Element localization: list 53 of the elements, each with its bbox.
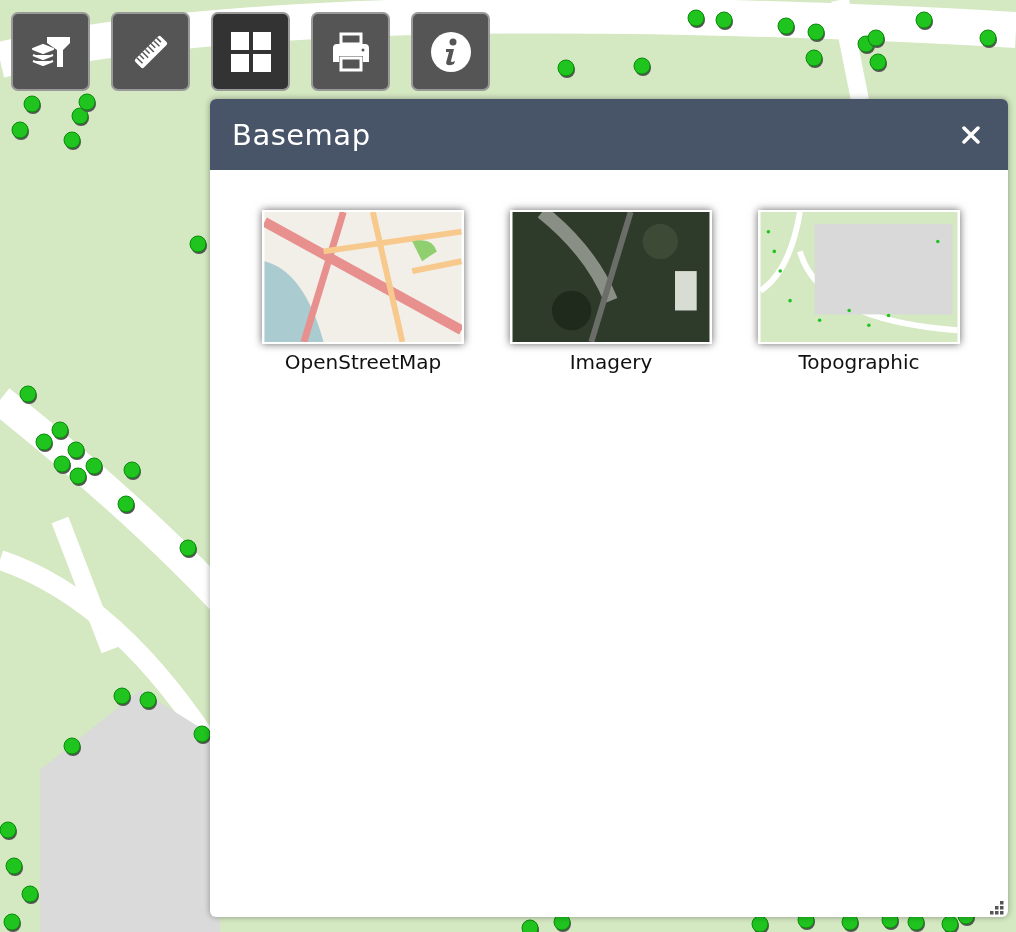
map-marker[interactable] (23, 95, 41, 114)
map-marker[interactable] (179, 539, 197, 558)
map-marker[interactable] (193, 725, 211, 744)
map-marker[interactable] (19, 385, 37, 404)
map-marker[interactable] (0, 821, 17, 840)
map-marker[interactable] (63, 131, 81, 150)
map-marker[interactable] (777, 17, 795, 36)
map-marker[interactable] (78, 93, 96, 112)
map-marker[interactable] (67, 441, 85, 460)
map-marker[interactable] (979, 29, 997, 48)
map-marker[interactable] (557, 59, 575, 78)
aerial-photo-thumbnail[interactable] (510, 210, 712, 344)
map-marker[interactable] (85, 457, 103, 476)
grid-icon (230, 31, 271, 72)
map-marker[interactable] (113, 687, 131, 706)
map-marker[interactable] (139, 691, 157, 710)
map-marker[interactable] (3, 913, 21, 932)
basemap-label: OpenStreetMap (284, 350, 442, 374)
layers-filter-icon (30, 34, 71, 69)
toolbar-button[interactable] (111, 12, 190, 91)
map-marker[interactable] (807, 23, 825, 42)
map-marker[interactable] (21, 885, 39, 904)
map-marker[interactable] (715, 11, 733, 30)
map-marker[interactable] (5, 857, 23, 876)
map-marker[interactable] (53, 455, 71, 474)
close-button[interactable] (962, 125, 980, 144)
toolbar-button[interactable] (411, 12, 490, 91)
map-marker[interactable] (687, 9, 705, 28)
close-icon (962, 125, 980, 144)
basemap-label: Imagery (569, 350, 653, 374)
map-marker[interactable] (521, 919, 539, 932)
map-marker[interactable] (915, 11, 933, 30)
basemap-label: Topographic (798, 350, 920, 374)
info-icon (430, 31, 471, 72)
map-marker[interactable] (11, 121, 29, 140)
map-marker[interactable] (123, 461, 141, 480)
map-marker[interactable] (35, 433, 53, 452)
toolbar-button[interactable] (311, 12, 390, 91)
map-marker[interactable] (867, 29, 885, 48)
map-marker[interactable] (189, 235, 207, 254)
panel-title: Basemap (232, 117, 371, 152)
street-map-thumbnail[interactable] (262, 210, 464, 344)
map-marker[interactable] (63, 737, 81, 756)
map-marker[interactable] (51, 421, 69, 440)
map-marker[interactable] (869, 53, 887, 72)
map-marker[interactable] (69, 467, 87, 486)
map-marker[interactable] (633, 57, 651, 76)
map-marker[interactable] (805, 49, 823, 68)
toolbar-button[interactable] (211, 12, 290, 91)
toolbar-button[interactable] (11, 12, 90, 91)
print-icon (330, 31, 371, 72)
topographic-map-thumbnail[interactable] (758, 210, 960, 344)
map-marker[interactable] (117, 495, 135, 514)
